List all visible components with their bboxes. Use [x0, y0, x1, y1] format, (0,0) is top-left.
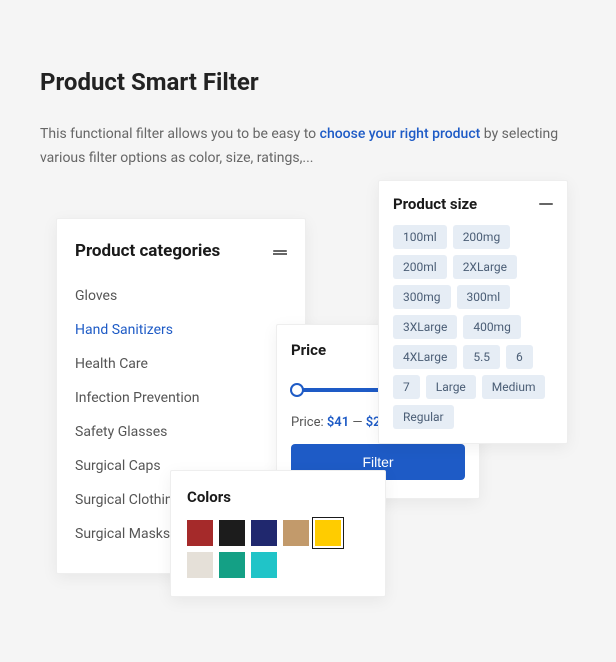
slider-thumb-min[interactable]: [290, 383, 304, 397]
category-item[interactable]: Infection Prevention: [75, 381, 287, 415]
color-swatch[interactable]: [251, 520, 277, 546]
size-chip[interactable]: 6: [506, 345, 533, 369]
size-chip[interactable]: 100ml: [393, 225, 447, 249]
price-label: Price:: [291, 415, 327, 430]
size-chip[interactable]: 400mg: [463, 315, 521, 339]
size-chip[interactable]: 2XLarge: [453, 255, 517, 279]
size-title: Product size: [393, 195, 477, 213]
size-chip[interactable]: Medium: [482, 375, 546, 399]
categories-title: Product categories: [75, 241, 220, 261]
desc-link[interactable]: choose your right product: [320, 126, 481, 142]
category-item[interactable]: Gloves: [75, 279, 287, 313]
size-chip[interactable]: 3XLarge: [393, 315, 457, 339]
category-item[interactable]: Hand Sanitizers: [75, 313, 287, 347]
size-panel: Product size 100ml200mg200ml2XLarge300mg…: [378, 180, 568, 444]
size-chip[interactable]: 7: [393, 375, 420, 399]
size-chip[interactable]: 300ml: [457, 285, 511, 309]
collapse-icon[interactable]: [539, 203, 553, 206]
colors-panel: Colors: [170, 470, 386, 597]
category-item[interactable]: Safety Glasses: [75, 415, 287, 449]
color-swatch[interactable]: [315, 520, 341, 546]
size-chips: 100ml200mg200ml2XLarge300mg300ml3XLarge4…: [393, 225, 553, 429]
color-swatch[interactable]: [187, 552, 213, 578]
colors-title: Colors: [187, 488, 231, 506]
page-title: Product Smart Filter: [40, 68, 259, 96]
price-title: Price: [291, 341, 326, 359]
page-description: This functional filter allows you to be …: [40, 123, 576, 171]
color-swatches: [187, 520, 369, 578]
collapse-icon[interactable]: [273, 250, 287, 253]
desc-text-before: This functional filter allows you to be …: [40, 126, 320, 142]
price-min: $41: [327, 415, 349, 430]
size-chip[interactable]: 300mg: [393, 285, 451, 309]
size-chip[interactable]: 200mg: [453, 225, 511, 249]
size-chip[interactable]: 5.5: [463, 345, 500, 369]
size-chip[interactable]: 4XLarge: [393, 345, 457, 369]
price-sep: —: [349, 415, 366, 430]
size-chip[interactable]: Large: [426, 375, 476, 399]
color-swatch[interactable]: [219, 520, 245, 546]
color-swatch[interactable]: [283, 520, 309, 546]
color-swatch[interactable]: [187, 520, 213, 546]
size-chip[interactable]: Regular: [393, 405, 454, 429]
size-header: Product size: [393, 195, 553, 213]
category-item[interactable]: Health Care: [75, 347, 287, 381]
categories-header: Product categories: [75, 241, 287, 261]
size-chip[interactable]: 200ml: [393, 255, 447, 279]
color-swatch[interactable]: [219, 552, 245, 578]
color-swatch[interactable]: [251, 552, 277, 578]
